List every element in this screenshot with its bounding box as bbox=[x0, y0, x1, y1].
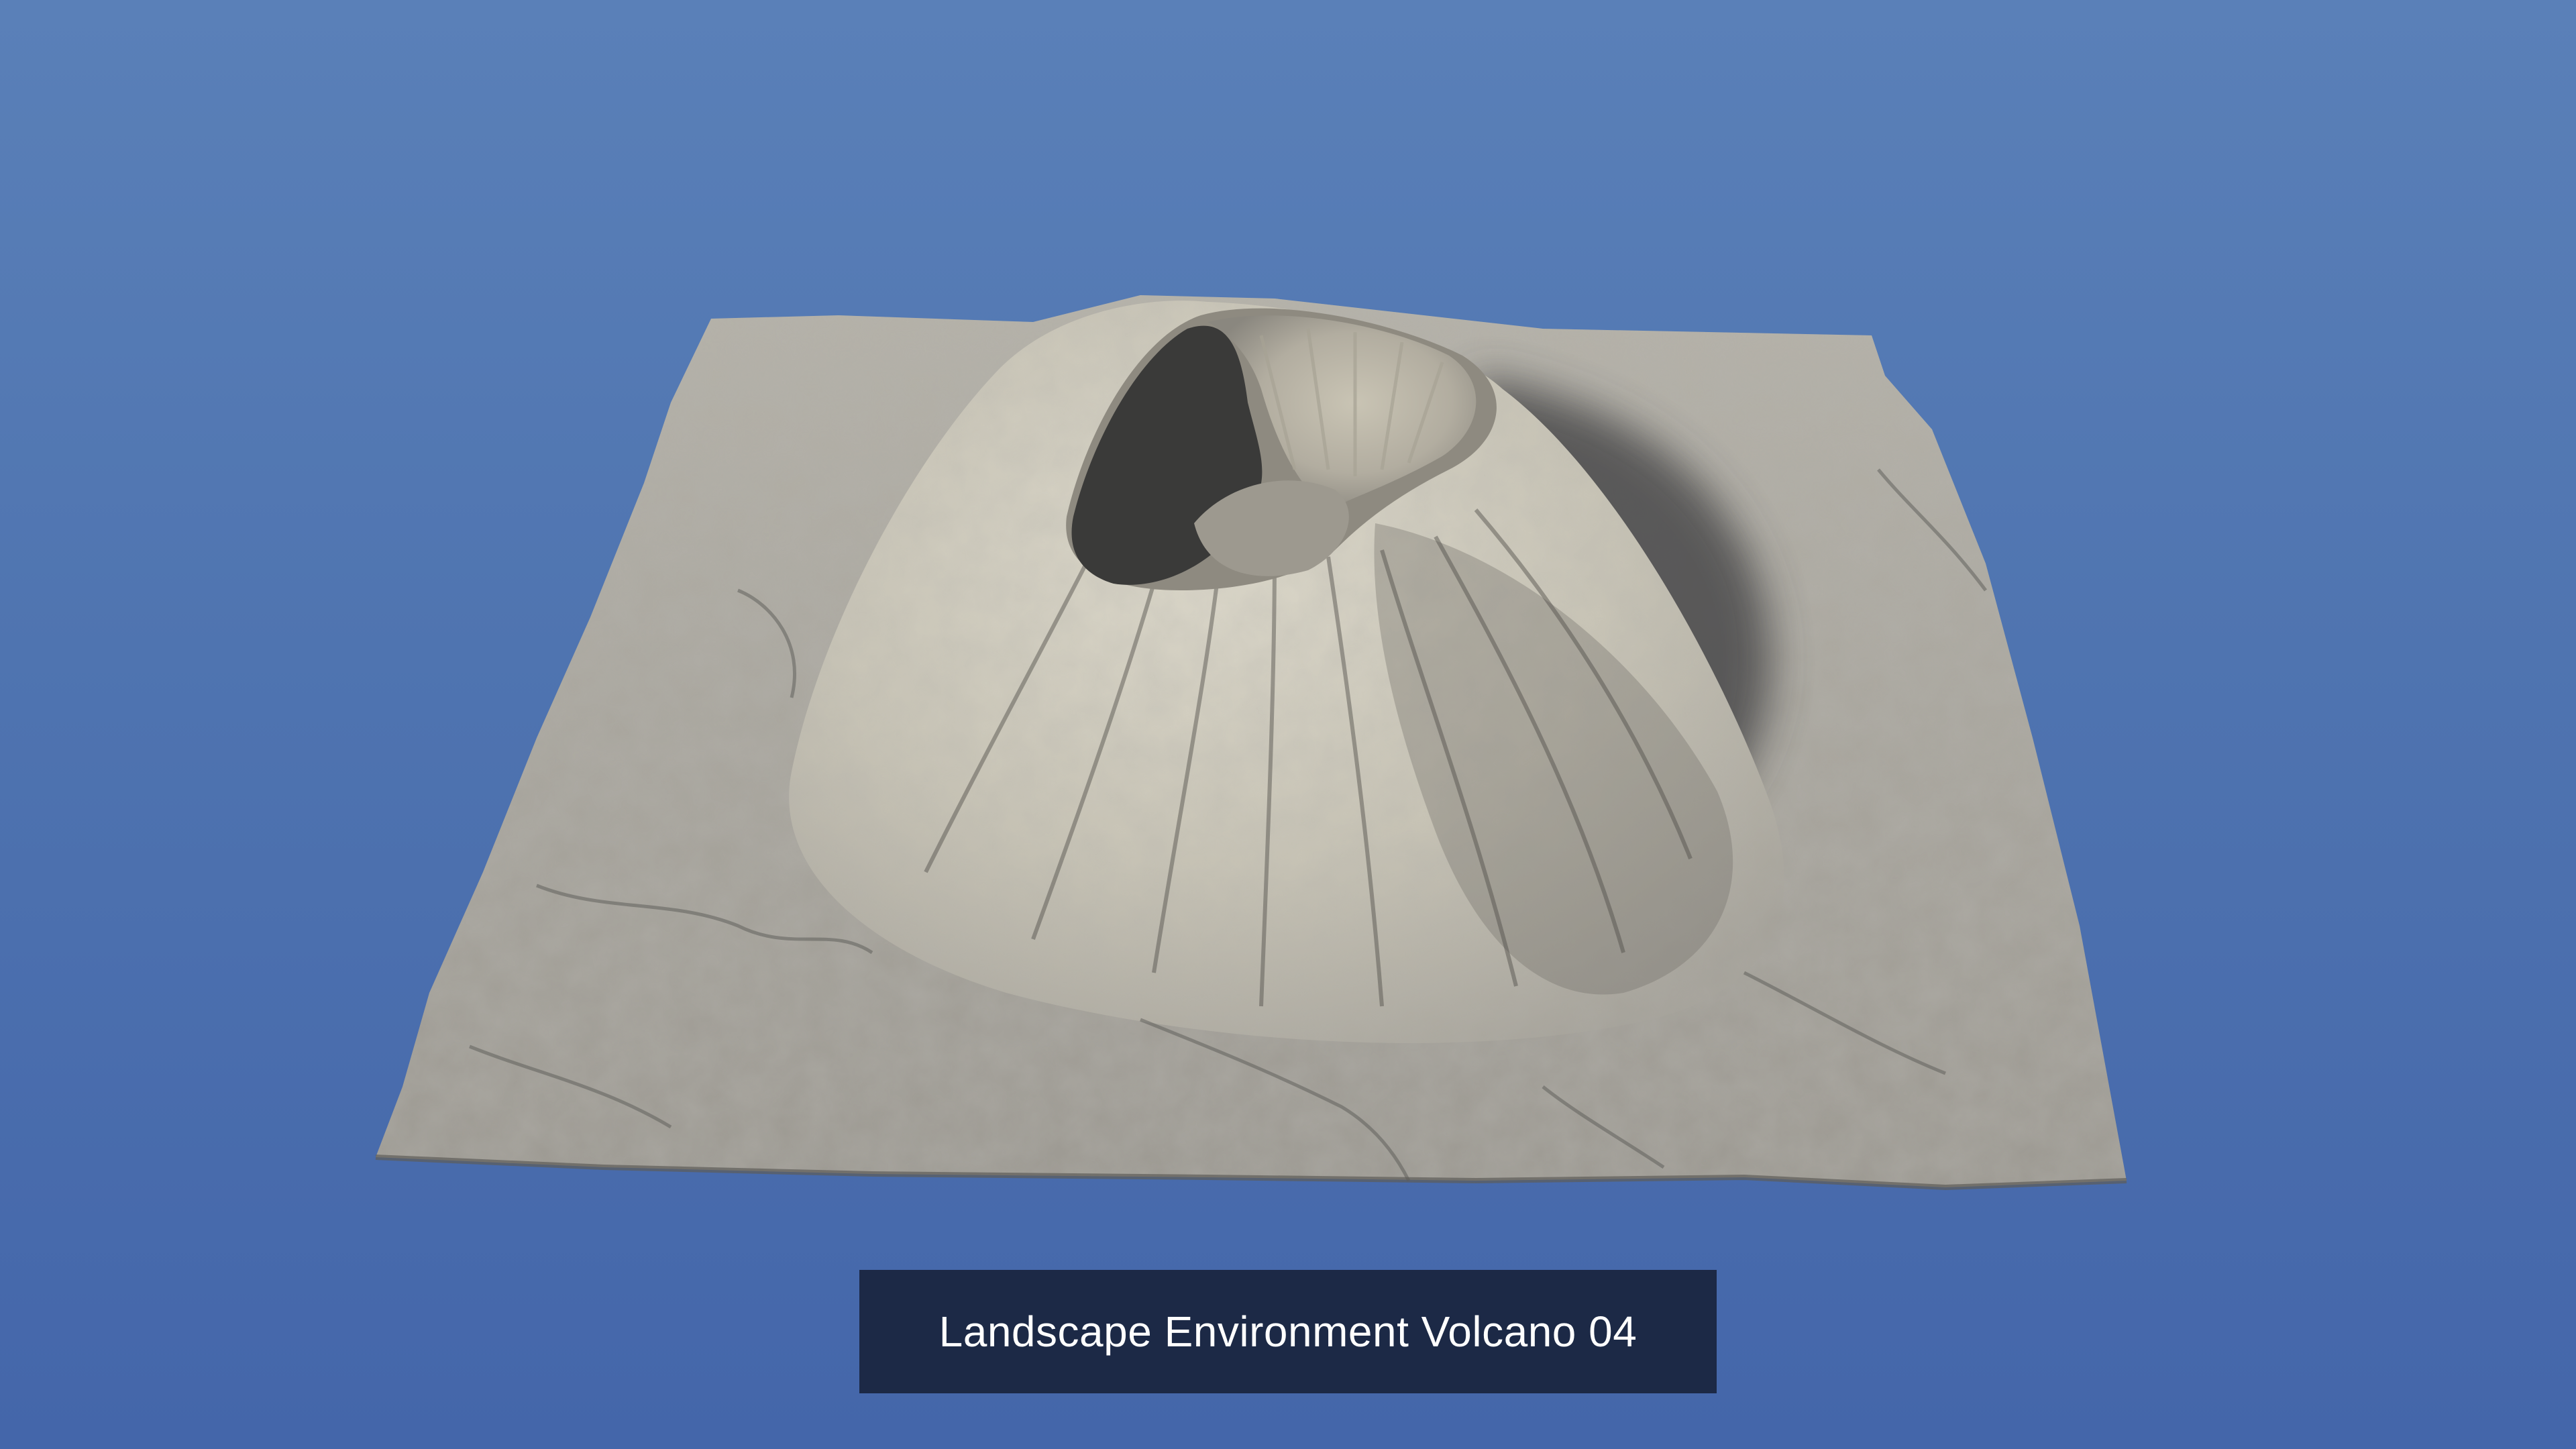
volcano-terrain bbox=[375, 295, 2127, 1191]
render-viewport: Landscape Environment Volcano 04 bbox=[0, 0, 2576, 1449]
caption-banner: Landscape Environment Volcano 04 bbox=[859, 1270, 1717, 1393]
caption-title: Landscape Environment Volcano 04 bbox=[938, 1307, 1638, 1356]
